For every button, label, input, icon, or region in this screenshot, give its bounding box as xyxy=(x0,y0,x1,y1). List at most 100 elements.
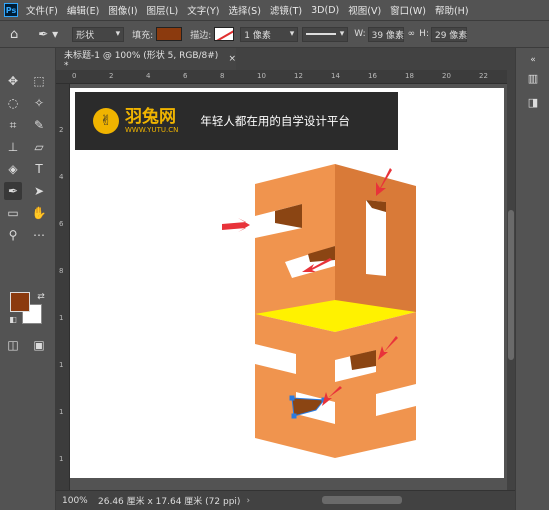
pasteboard: ✌ 羽兔网 WWW.YUTU.CN 年轻人都在用的自学设计平台 xyxy=(70,84,515,490)
fill-label: 填充: xyxy=(132,30,154,41)
zoom-level[interactable]: 100% xyxy=(56,496,92,506)
zoom-tool-icon[interactable]: ⚲ xyxy=(4,226,22,244)
height-input[interactable]: 29 像素 xyxy=(430,26,467,42)
pen-tool-icon[interactable]: ✒ xyxy=(4,182,22,200)
stroke-label: 描边: xyxy=(190,30,212,41)
more-tools-icon[interactable]: ⋯ xyxy=(30,226,48,244)
collapse-panel-icon[interactable]: « xyxy=(525,52,541,68)
fill-color-swatch[interactable] xyxy=(156,27,183,41)
stroke-width-value: 1 像素 xyxy=(244,30,271,41)
mode-wrapper: 形状 ▾ xyxy=(72,26,125,42)
ruler-tick-label: 6 xyxy=(183,72,188,80)
menu-filter[interactable]: 滤镜(T) xyxy=(270,3,302,17)
vertical-scroll-thumb[interactable] xyxy=(508,210,514,360)
stroke-width-wrapper: 1 像素 ▾ xyxy=(240,26,299,42)
ruler-tick-label: 22 xyxy=(479,72,488,80)
path-selection-tool-icon[interactable]: ➤ xyxy=(30,182,48,200)
menu-select[interactable]: 选择(S) xyxy=(228,3,260,17)
crop-tool-icon[interactable]: ⌗ xyxy=(4,116,22,134)
document-tab[interactable]: 未标题-1 @ 100% (形状 5, RGB/8#) * × xyxy=(56,48,236,71)
ruler-tick-label: 0 xyxy=(72,72,77,80)
width-input[interactable]: 39 像素 xyxy=(367,26,404,42)
photoshop-logo[interactable]: Ps xyxy=(4,3,18,17)
ruler-tick-label: 6 xyxy=(59,220,64,228)
upper-window xyxy=(366,200,386,276)
close-icon[interactable]: × xyxy=(228,54,236,64)
vertical-ruler[interactable]: 2 4 6 8 1 1 1 1 xyxy=(56,84,70,490)
stroke-none-swatch[interactable] xyxy=(214,27,235,41)
screen-mode-icon[interactable]: ▣ xyxy=(30,336,48,354)
anchor-point xyxy=(291,413,297,419)
anchor-point xyxy=(289,395,295,401)
foreground-color-swatch[interactable] xyxy=(10,292,30,312)
ruler-tick-label: 1 xyxy=(59,408,64,416)
default-colors-icon[interactable]: ◧ xyxy=(4,310,22,328)
ruler-tick-label: 1 xyxy=(59,455,64,463)
ruler-tick-label: 2 xyxy=(59,126,64,134)
ruler-tick-label: 10 xyxy=(257,72,266,80)
lower-block-left-face xyxy=(255,314,335,458)
menu-view[interactable]: 视图(V) xyxy=(348,3,381,17)
options-bar: ⌂ ✒ ▾ 形状 ▾ 填充: 描边: 1 像素 ▾ ▾ W: 39 像素 ∞ H: … xyxy=(0,20,549,48)
menu-help[interactable]: 帮助(H) xyxy=(435,3,469,17)
menu-3d[interactable]: 3D(D) xyxy=(311,5,339,16)
document-title: 未标题-1 @ 100% (形状 5, RGB/8#) * xyxy=(64,50,219,71)
document-canvas[interactable]: ✌ 羽兔网 WWW.YUTU.CN 年轻人都在用的自学设计平台 xyxy=(70,88,504,478)
chevron-down-icon: ▾ xyxy=(339,29,345,39)
mode-select[interactable]: 形状 ▾ xyxy=(72,26,125,42)
menu-type[interactable]: 文字(Y) xyxy=(187,3,219,17)
rectangle-tool-icon[interactable]: ▭ xyxy=(4,204,22,222)
ruler-tick-label: 1 xyxy=(59,314,64,322)
horizontal-scroll-thumb[interactable] xyxy=(322,496,402,504)
ruler-tick-label: 12 xyxy=(294,72,303,80)
eraser-tool-icon[interactable]: ▱ xyxy=(30,138,48,156)
ruler-tick-label: 4 xyxy=(146,72,151,80)
brush-tool-icon[interactable]: ✎ xyxy=(30,116,48,134)
ruler-tick-label: 14 xyxy=(331,72,340,80)
mode-value: 形状 xyxy=(76,30,95,41)
width-label: W: xyxy=(354,29,366,39)
fill-swatch[interactable] xyxy=(156,27,183,41)
pen-tool-preset-icon[interactable]: ✒ ▾ xyxy=(38,27,58,41)
height-wrapper: 29 像素 xyxy=(430,26,467,42)
magic-wand-tool-icon[interactable]: ✧ xyxy=(30,94,48,112)
height-label: H: xyxy=(419,29,429,39)
hand-tool-icon[interactable]: ✋ xyxy=(30,204,48,222)
swap-colors-icon[interactable]: ⇄ xyxy=(32,288,50,306)
menu-edit[interactable]: 编辑(E) xyxy=(67,3,99,17)
move-tool-icon[interactable]: ✥ xyxy=(4,72,22,90)
status-menu-arrow-icon[interactable]: › xyxy=(246,496,250,506)
ruler-tick-label: 20 xyxy=(442,72,451,80)
marquee-tool-icon[interactable]: ⬚ xyxy=(30,72,48,90)
menu-file[interactable]: 文件(F) xyxy=(26,3,58,17)
red-arrow-left xyxy=(222,218,250,232)
stroke-width-select[interactable]: 1 像素 ▾ xyxy=(240,26,299,42)
ruler-tick-label: 2 xyxy=(109,72,114,80)
vertical-scrollbar[interactable] xyxy=(507,70,515,490)
ruler-tick-label: 18 xyxy=(405,72,414,80)
menu-layer[interactable]: 图层(L) xyxy=(147,3,179,17)
ruler-tick-label: 8 xyxy=(59,267,64,275)
ruler-tick-label: 1 xyxy=(59,361,64,369)
lasso-tool-icon[interactable]: ◌ xyxy=(4,94,22,112)
menu-window[interactable]: 窗口(W) xyxy=(390,3,426,17)
document-info[interactable]: 26.46 厘米 x 17.64 厘米 (72 ppi) xyxy=(98,494,240,507)
history-panel-icon[interactable]: ▥ xyxy=(525,70,541,86)
menu-image[interactable]: 图像(I) xyxy=(108,3,137,17)
lower-block-right-face xyxy=(335,312,416,458)
chevron-down-icon: ▾ xyxy=(289,29,295,39)
stroke-swatch[interactable] xyxy=(214,27,235,41)
stroke-type-wrapper: ▾ xyxy=(302,26,349,42)
home-icon[interactable]: ⌂ xyxy=(10,27,18,42)
horizontal-ruler[interactable]: 024681012141618202224 xyxy=(56,70,525,84)
status-bar: 100% 26.46 厘米 x 17.64 厘米 (72 ppi) › xyxy=(56,490,515,510)
tools-panel: ✥ ⬚ ◌ ✧ ⌗ ✎ ⊥ ▱ ◈ T ✒ ➤ ▭ ✋ ⚲ ⋯ ⇄ ◧ ◫ ▣ xyxy=(0,48,56,510)
type-tool-icon[interactable]: T xyxy=(30,160,48,178)
quick-mask-icon[interactable]: ◫ xyxy=(4,336,22,354)
link-icon[interactable]: ∞ xyxy=(408,29,416,39)
paint-bucket-tool-icon[interactable]: ◈ xyxy=(4,160,22,178)
stroke-type-select[interactable]: ▾ xyxy=(302,26,349,42)
adjustments-panel-icon[interactable]: ◨ xyxy=(525,94,541,110)
ruler-tick-label: 8 xyxy=(220,72,225,80)
stamp-tool-icon[interactable]: ⊥ xyxy=(4,138,22,156)
